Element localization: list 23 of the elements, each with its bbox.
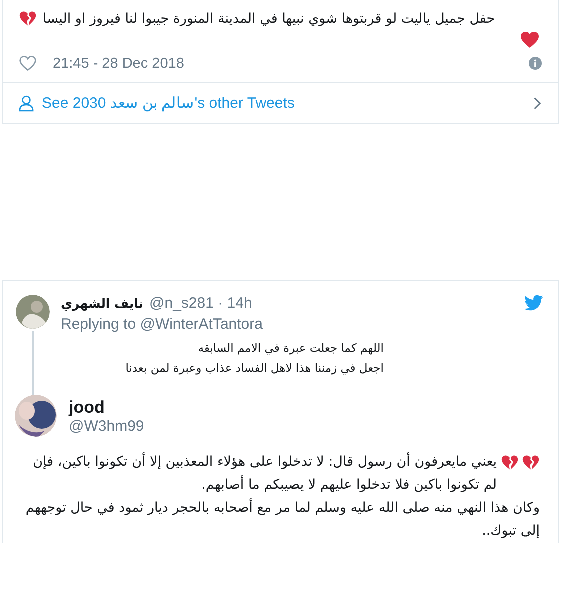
chevron-right-icon[interactable] [533,96,542,110]
like-icon[interactable] [19,55,37,72]
info-icon[interactable] [529,57,542,70]
other-tweets-link[interactable]: See 2030 سالم بن سعد's other Tweets [42,94,525,112]
user-handle: @W3hm99 [69,418,144,434]
reply-text: اجعل في زمننا هذا لاهل الفساد عذاب وعبرة لمن بعدنا [124,361,384,375]
person-icon [19,94,34,112]
heart-icon [520,31,540,49]
bird-icon[interactable] [524,295,544,312]
user-handle: @n_s281 · 14h [150,295,254,312]
user-name: jood [69,398,106,418]
broken-heart-icon [19,10,37,27]
tweet-text: وكان هذا النهي منه صلى الله عليه وسلم لما مر مع أصحابه بالحجر ديار ثمود في حال توجههم إلى تبوك.. [24,498,540,541]
broken-heart-icon [522,454,540,471]
avatar [15,395,57,437]
avatar [16,295,50,329]
user-name: نايف الشهري [61,296,144,311]
replying-to-text: Replying to @WinterAtTantora [61,316,264,333]
tweet-text: يعني مايعرفون أن رسول قال: لا تدخلوا على هؤلاء المعذبين إلا أن تكونوا باكين، فإن لم تكونوا باكين فلا تدخلوا عليهم لا يصيبكم ما أصابهم. [32,452,497,495]
tweet-time: 21:45 - 28 Dec 2018 [53,56,186,72]
reply-text: اللهم كما جعلت عبرة في الامم السابقه [197,341,384,355]
tweet-text: حفل جميل ياليت لو قربتوها شوي نبيها في المدينة المنورة جيبوا لنا فيروز او اليسا [43,10,496,26]
broken-heart-icon [501,454,519,471]
